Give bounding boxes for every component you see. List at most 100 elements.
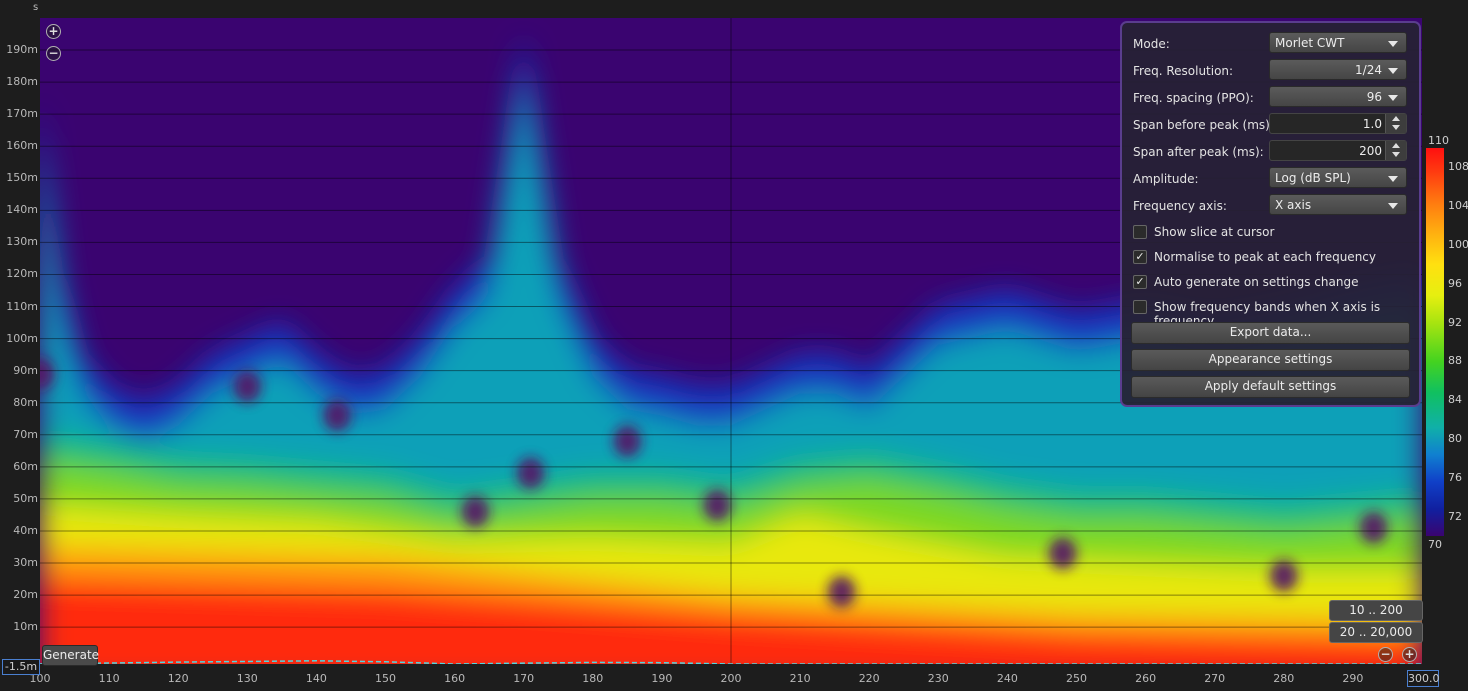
y-tick-label: 10m: [13, 620, 38, 634]
freq-resolution-value: 1/24: [1355, 63, 1382, 77]
x-tick-label: 110: [98, 672, 120, 685]
zoom-out-icon[interactable]: −: [46, 46, 61, 61]
appearance-settings-button[interactable]: Appearance settings: [1131, 349, 1410, 371]
show-bands-checkbox[interactable]: [1133, 300, 1147, 314]
show-slice-checkbox[interactable]: [1133, 225, 1147, 239]
x-tick-label: 220: [858, 672, 880, 685]
x-tick-label: 280: [1273, 672, 1295, 685]
y-tick-label: 130m: [6, 235, 38, 249]
spin-buttons[interactable]: [1385, 141, 1406, 160]
colorbar-tick-label: 96: [1448, 276, 1462, 290]
colorbar-tick-label: 88: [1448, 354, 1462, 368]
span-after-value: 200: [1359, 144, 1382, 158]
generate-button[interactable]: Generate: [42, 645, 99, 666]
colorbar: [1426, 148, 1444, 536]
export-data-button[interactable]: Export data...: [1131, 322, 1410, 344]
spin-up-icon[interactable]: [1392, 116, 1400, 121]
colorbar-tick-label: 92: [1448, 315, 1462, 329]
show-slice-label: Show slice at cursor: [1154, 225, 1275, 239]
colorbar-tick-label: 110: [1428, 134, 1449, 147]
y-tick-label: 40m: [13, 523, 38, 537]
x-tick-label: 160: [444, 672, 466, 685]
freq-range-button[interactable]: 20 .. 20,000: [1329, 622, 1423, 643]
x-zoom-out-icon[interactable]: −: [1378, 647, 1393, 662]
x-tick-label: 140: [305, 672, 327, 685]
x-tick-label: 260: [1135, 672, 1157, 685]
freq-resolution-select[interactable]: 1/24: [1269, 59, 1407, 80]
y-tick-label: 60m: [13, 459, 38, 473]
x-tick-label: 200: [720, 672, 742, 685]
spin-up-icon[interactable]: [1392, 143, 1400, 148]
hot-spot-2: [323, 399, 352, 432]
span-before-spinbox[interactable]: 1.0: [1269, 113, 1407, 134]
colorbar-tick-label: 70: [1428, 538, 1442, 551]
x-tick-label: 190: [651, 672, 673, 685]
mode-value: Morlet CWT: [1275, 36, 1345, 50]
y-tick-label: 90m: [13, 363, 38, 377]
x-tick-label: 230: [927, 672, 949, 685]
x-range-end-label[interactable]: 300.0: [1407, 670, 1440, 687]
y-tick-label: 70m: [13, 427, 38, 441]
y-range-start-label[interactable]: -1.5m: [2, 659, 40, 675]
mode-select[interactable]: Morlet CWT: [1269, 32, 1407, 53]
colorbar-tick-label: 84: [1448, 393, 1462, 407]
x-tick-label: 180: [582, 672, 604, 685]
spin-buttons[interactable]: [1385, 114, 1406, 133]
x-tick-label: 210: [789, 672, 811, 685]
hot-spot-8: [1048, 537, 1077, 570]
auto-generate-label: Auto generate on settings change: [1154, 275, 1359, 289]
y-tick-label: 20m: [13, 588, 38, 602]
span-before-value: 1.0: [1362, 117, 1382, 131]
frequency-axis-select[interactable]: X axis: [1269, 194, 1407, 215]
auto-generate-checkbox[interactable]: ✓: [1133, 275, 1147, 289]
x-tick-label: 270: [1204, 672, 1226, 685]
zoom-in-icon[interactable]: +: [46, 24, 61, 39]
span-after-label: Span after peak (ms):: [1133, 145, 1264, 159]
colorbar-tick-label: 80: [1448, 432, 1462, 445]
span-after-spinbox[interactable]: 200: [1269, 140, 1407, 161]
spin-down-icon[interactable]: [1392, 152, 1400, 157]
normalise-checkbox[interactable]: ✓: [1133, 250, 1147, 264]
x-tick-label: 120: [167, 672, 189, 685]
freq-spacing-value: 96: [1366, 90, 1382, 104]
freq-spacing-select[interactable]: 96: [1269, 86, 1407, 107]
chevron-down-icon: [1388, 41, 1398, 47]
y-tick-label: 180m: [6, 75, 38, 89]
x-tick-label: 290: [1342, 672, 1364, 685]
amplitude-label: Amplitude:: [1133, 172, 1199, 186]
colorbar-tick-label: 100: [1448, 238, 1468, 251]
chevron-down-icon: [1388, 95, 1398, 101]
y-tick-label: 170m: [6, 107, 38, 121]
y-tick-label: 140m: [6, 203, 38, 217]
hot-spot-10: [1359, 511, 1388, 544]
colorbar-tick-label: 72: [1448, 509, 1462, 523]
hot-spot-6: [703, 489, 732, 522]
y-tick-label: 50m: [13, 491, 38, 505]
chevron-down-icon: [1388, 68, 1398, 74]
chevron-down-icon: [1388, 176, 1398, 182]
x-tick-label: 250: [1066, 672, 1087, 685]
frequency-axis-label: Frequency axis:: [1133, 199, 1227, 213]
amplitude-value: Log (dB SPL): [1275, 171, 1351, 185]
hot-spot-3: [461, 495, 490, 528]
hot-spot-9: [1269, 559, 1298, 592]
mode-label: Mode:: [1133, 37, 1170, 51]
y-axis-unit-label: s: [33, 2, 39, 13]
amplitude-select[interactable]: Log (dB SPL): [1269, 167, 1407, 188]
y-tick-label: 30m: [13, 556, 38, 569]
settings-panel: Mode: Morlet CWT Freq. Resolution: 1/24 …: [1120, 21, 1421, 407]
hot-spot-1: [233, 370, 262, 403]
hot-spot-5: [613, 425, 642, 458]
hot-spot-4: [516, 457, 545, 490]
span-before-label: Span before peak (ms):: [1133, 118, 1274, 132]
freq-resolution-label: Freq. Resolution:: [1133, 64, 1234, 78]
colorbar-tick-label: 104: [1448, 199, 1468, 213]
time-range-button[interactable]: 10 .. 200: [1329, 600, 1423, 621]
y-tick-label: 160m: [6, 139, 38, 153]
apply-default-settings-button[interactable]: Apply default settings: [1131, 376, 1410, 398]
chevron-down-icon: [1388, 203, 1398, 209]
spin-down-icon[interactable]: [1392, 125, 1400, 130]
x-zoom-in-icon[interactable]: +: [1402, 647, 1417, 662]
colorbar-tick-label: 108: [1448, 160, 1468, 174]
x-tick-label: 150: [375, 672, 396, 685]
